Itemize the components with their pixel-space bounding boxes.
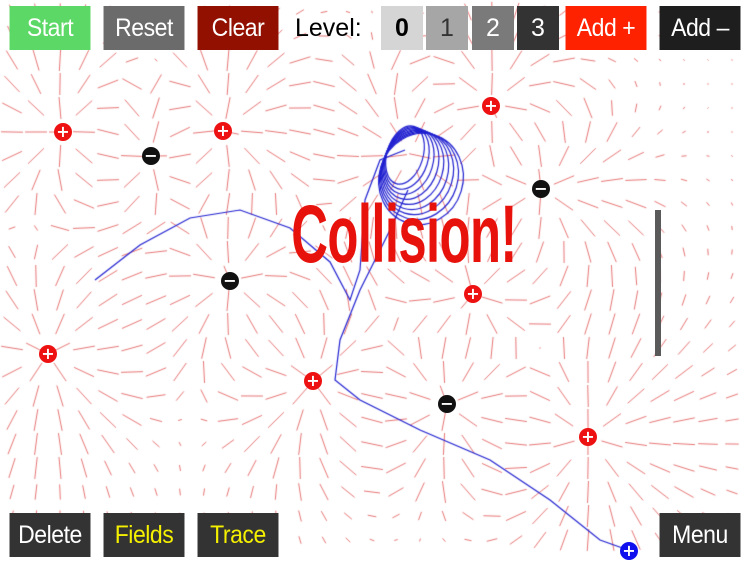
plus-charge-icon[interactable]: + bbox=[482, 97, 500, 115]
add-positive-button[interactable]: Add + bbox=[565, 6, 647, 50]
reset-button[interactable]: Reset bbox=[103, 6, 185, 50]
level-2-button[interactable]: 2 bbox=[472, 6, 514, 50]
fields-button[interactable]: Fields bbox=[103, 513, 185, 557]
minus-charge-icon[interactable]: − bbox=[221, 272, 239, 290]
delete-button[interactable]: Delete bbox=[9, 513, 91, 557]
level-label: Level: bbox=[295, 14, 362, 42]
level-0-button[interactable]: 0 bbox=[381, 6, 423, 50]
slider-track[interactable] bbox=[655, 210, 661, 356]
start-button[interactable]: Start bbox=[9, 6, 91, 50]
probe-charge-icon[interactable]: + bbox=[620, 542, 638, 560]
minus-charge-icon[interactable]: − bbox=[532, 180, 550, 198]
minus-charge-icon[interactable]: − bbox=[142, 147, 160, 165]
plus-charge-icon[interactable]: + bbox=[464, 285, 482, 303]
level-1-button[interactable]: 1 bbox=[426, 6, 468, 50]
plus-charge-icon[interactable]: + bbox=[39, 345, 57, 363]
add-negative-button[interactable]: Add – bbox=[659, 6, 741, 50]
plus-charge-icon[interactable]: + bbox=[214, 122, 232, 140]
level-3-button[interactable]: 3 bbox=[517, 6, 559, 50]
plus-charge-icon[interactable]: + bbox=[304, 372, 322, 390]
trace-button[interactable]: Trace bbox=[197, 513, 279, 557]
plus-charge-icon[interactable]: + bbox=[579, 428, 597, 446]
plus-charge-icon[interactable]: + bbox=[54, 123, 72, 141]
clear-button[interactable]: Clear bbox=[197, 6, 279, 50]
collision-message: Collision! bbox=[291, 189, 517, 280]
menu-button[interactable]: Menu bbox=[659, 513, 741, 557]
minus-charge-icon[interactable]: − bbox=[438, 395, 456, 413]
